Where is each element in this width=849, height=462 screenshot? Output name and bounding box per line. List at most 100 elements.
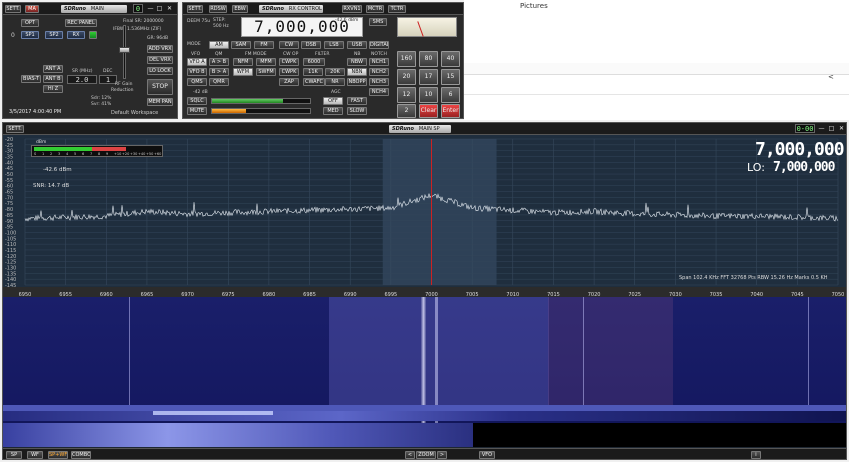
qmr-button[interactable]: QMR xyxy=(209,78,229,86)
enter-key[interactable]: Enter xyxy=(441,104,460,118)
cwpk2-button[interactable]: CWPK xyxy=(279,68,299,76)
mem-pan-button[interactable]: MEM PAN xyxy=(147,98,173,106)
qms-button[interactable]: QMS xyxy=(187,78,207,86)
mode-am[interactable]: AM xyxy=(209,41,229,49)
sp-close-icon[interactable]: ✕ xyxy=(838,125,845,132)
sp-maximize-icon[interactable]: □ xyxy=(828,125,835,132)
filter-6000-button[interactable]: 6000 xyxy=(303,58,325,66)
agc-off-button[interactable]: OFF xyxy=(323,97,343,105)
zoom-button[interactable]: ZOOM xyxy=(416,451,436,459)
wfm-button[interactable]: WFM xyxy=(233,68,253,76)
hi-z-button[interactable]: HI Z xyxy=(43,85,63,93)
zoom-left-button[interactable]: < xyxy=(405,451,415,459)
band-key-40[interactable]: 40 xyxy=(441,51,460,67)
add-vrx-button[interactable]: ADD VRX xyxy=(147,45,173,53)
a-to-b-button[interactable]: A > B xyxy=(209,58,229,66)
mode-lsb[interactable]: LSB xyxy=(324,41,344,49)
nch2-button[interactable]: NCH2 xyxy=(369,68,389,76)
band-key-20[interactable]: 20 xyxy=(397,69,416,85)
vfo-b-button[interactable]: VFO B xyxy=(187,68,207,76)
mode-sam[interactable]: SAM xyxy=(231,41,251,49)
waterfall[interactable] xyxy=(3,297,846,447)
clear-key[interactable]: Clear xyxy=(419,104,438,118)
step-value[interactable]: 500 Hz xyxy=(213,24,229,29)
sp2-button[interactable]: SP2 xyxy=(45,31,63,39)
bias-t-button[interactable]: BIAS-T xyxy=(21,75,41,83)
mode-dsb[interactable]: DSB xyxy=(301,41,321,49)
chevron-left-icon[interactable]: < xyxy=(828,73,834,81)
lo-lock-button[interactable]: LO LOCK xyxy=(147,67,173,75)
swfm-button[interactable]: SWFM xyxy=(256,68,276,76)
main-ma-button[interactable]: MA xyxy=(25,5,39,13)
opt-button[interactable]: OPT xyxy=(21,19,39,27)
cwafc-button[interactable]: CWAFC xyxy=(303,78,325,86)
sp1-button[interactable]: SP1 xyxy=(21,31,39,39)
nbw-button[interactable]: NBW xyxy=(347,58,367,66)
mode-cw[interactable]: CW xyxy=(279,41,299,49)
qm-label: QM xyxy=(215,52,223,57)
wf-mode-button[interactable]: WF xyxy=(27,451,43,459)
nfm-button[interactable]: NFM xyxy=(233,58,253,66)
close-icon[interactable]: ✕ xyxy=(166,5,173,12)
cwpk-button[interactable]: CWPK xyxy=(279,58,299,66)
sms-button[interactable]: SMS xyxy=(369,18,387,26)
zap-button[interactable]: ZAP xyxy=(279,78,299,86)
lo-frequency[interactable]: 7,000,000 xyxy=(773,160,835,175)
sqlc-button[interactable]: SQLC xyxy=(187,97,207,105)
sp-wf-mode-button[interactable]: SP+WF xyxy=(48,451,68,459)
nbopp-button[interactable]: NBOPP xyxy=(347,78,367,86)
volume-slider[interactable] xyxy=(211,98,311,104)
sp-sett-button[interactable]: SETT. xyxy=(6,125,24,133)
tctr-button[interactable]: TCTR xyxy=(388,5,406,13)
sp-mode-button[interactable]: SP xyxy=(6,451,22,459)
rxvn1-button[interactable]: RXVN1 xyxy=(342,5,362,13)
sr-value[interactable]: 2.0 xyxy=(67,75,97,84)
nr-button[interactable]: NR xyxy=(325,78,345,86)
band-key-2[interactable]: 2 xyxy=(397,104,416,118)
rx-button[interactable]: RX xyxy=(67,31,85,39)
vfo-footer-button[interactable]: VFO xyxy=(479,451,495,459)
del-vrx-button[interactable]: DEL VRX xyxy=(147,56,173,64)
maximize-icon[interactable]: □ xyxy=(156,5,163,12)
squelch-slider[interactable] xyxy=(211,108,311,114)
band-key-10[interactable]: 10 xyxy=(419,87,438,103)
mute-button[interactable]: MUTE xyxy=(187,107,207,115)
nch3-button[interactable]: NCH3 xyxy=(369,78,389,86)
mctr-button[interactable]: MCTR xyxy=(366,5,384,13)
band-key-6[interactable]: 6 xyxy=(441,87,460,103)
nch4-button[interactable]: NCH4 xyxy=(369,88,389,96)
mode-fm[interactable]: FM xyxy=(254,41,274,49)
band-key-15[interactable]: 15 xyxy=(441,69,460,85)
minimize-icon[interactable]: — xyxy=(147,5,154,12)
agc-slow-button[interactable]: SLOW xyxy=(347,107,367,115)
filter-20k-button[interactable]: 20K xyxy=(325,68,345,76)
filter-11k-button[interactable]: 11K xyxy=(303,68,323,76)
rf-gain-slider-handle[interactable] xyxy=(119,47,130,53)
mode-digital[interactable]: DIGITAL xyxy=(369,41,389,49)
vfo-a-button[interactable]: VFO A xyxy=(187,58,207,66)
main-sett-button[interactable]: SETT. xyxy=(5,5,21,13)
band-key-80[interactable]: 80 xyxy=(419,51,438,67)
ant-b-button[interactable]: ANT B xyxy=(43,75,63,83)
rx-sett-button[interactable]: SETT. xyxy=(187,5,203,13)
nch1-button[interactable]: NCH1 xyxy=(369,58,389,66)
info-icon[interactable]: i xyxy=(751,451,761,459)
ant-a-button[interactable]: ANT A xyxy=(43,65,63,73)
mfm-button[interactable]: MFM xyxy=(256,58,276,66)
nbn-button[interactable]: NBN xyxy=(347,68,367,76)
stop-button[interactable]: STOP xyxy=(147,79,173,95)
band-key-12[interactable]: 12 xyxy=(397,87,416,103)
band-key-17[interactable]: 17 xyxy=(419,69,438,85)
rec-panel-button[interactable]: REC PANEL xyxy=(65,19,97,27)
combo-mode-button[interactable]: COMBO xyxy=(71,451,91,459)
ebw-button[interactable]: EBW xyxy=(232,5,248,13)
agc-med-button[interactable]: MED xyxy=(323,107,343,115)
zoom-right-button[interactable]: > xyxy=(437,451,447,459)
sp-minimize-icon[interactable]: — xyxy=(818,125,825,132)
band-key-160[interactable]: 160 xyxy=(397,51,416,67)
mode-usb[interactable]: USB xyxy=(347,41,367,49)
agc-fast-button[interactable]: FAST xyxy=(347,97,367,105)
sp-frequency[interactable]: 7,000,000 xyxy=(755,139,845,160)
rdsw-button[interactable]: RDSW xyxy=(209,5,227,13)
b-to-a-button[interactable]: B > A xyxy=(209,68,229,76)
